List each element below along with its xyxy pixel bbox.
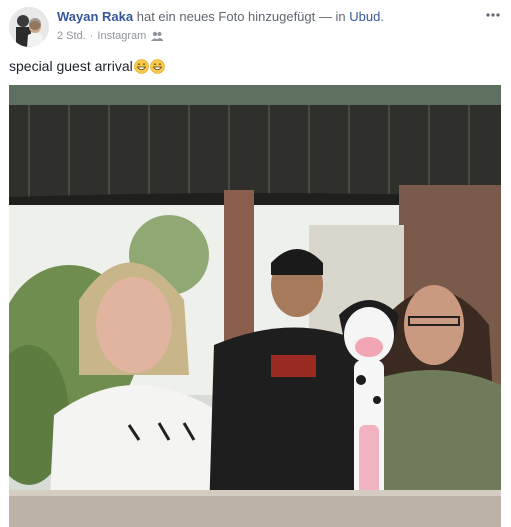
post-photo[interactable]: [9, 85, 501, 527]
location-link[interactable]: Ubud: [349, 9, 380, 24]
post-action-text: hat ein neues Foto hinzugefügt — in: [136, 9, 346, 24]
post-meta: 2 Std. · Instagram: [57, 29, 164, 43]
author-name-link[interactable]: Wayan Raka: [57, 9, 133, 24]
grinning-face-emoji: [133, 58, 149, 74]
post-source: Instagram: [97, 30, 147, 42]
post-header: Wayan Raka hat ein neues Foto hinzugefüg…: [0, 0, 511, 52]
meta-separator: ·: [89, 30, 94, 42]
friends-icon[interactable]: [151, 31, 164, 41]
location-suffix: .: [380, 9, 384, 24]
more-options-icon[interactable]: [483, 8, 503, 22]
grinning-face-emoji: [149, 58, 165, 74]
caption-text: special guest arrival: [9, 58, 133, 74]
post-timestamp[interactable]: 2 Std.: [57, 29, 86, 43]
post-header-title: Wayan Raka hat ein neues Foto hinzugefüg…: [57, 9, 384, 25]
post-caption: special guest arrival: [9, 57, 165, 75]
author-avatar[interactable]: [9, 7, 49, 47]
